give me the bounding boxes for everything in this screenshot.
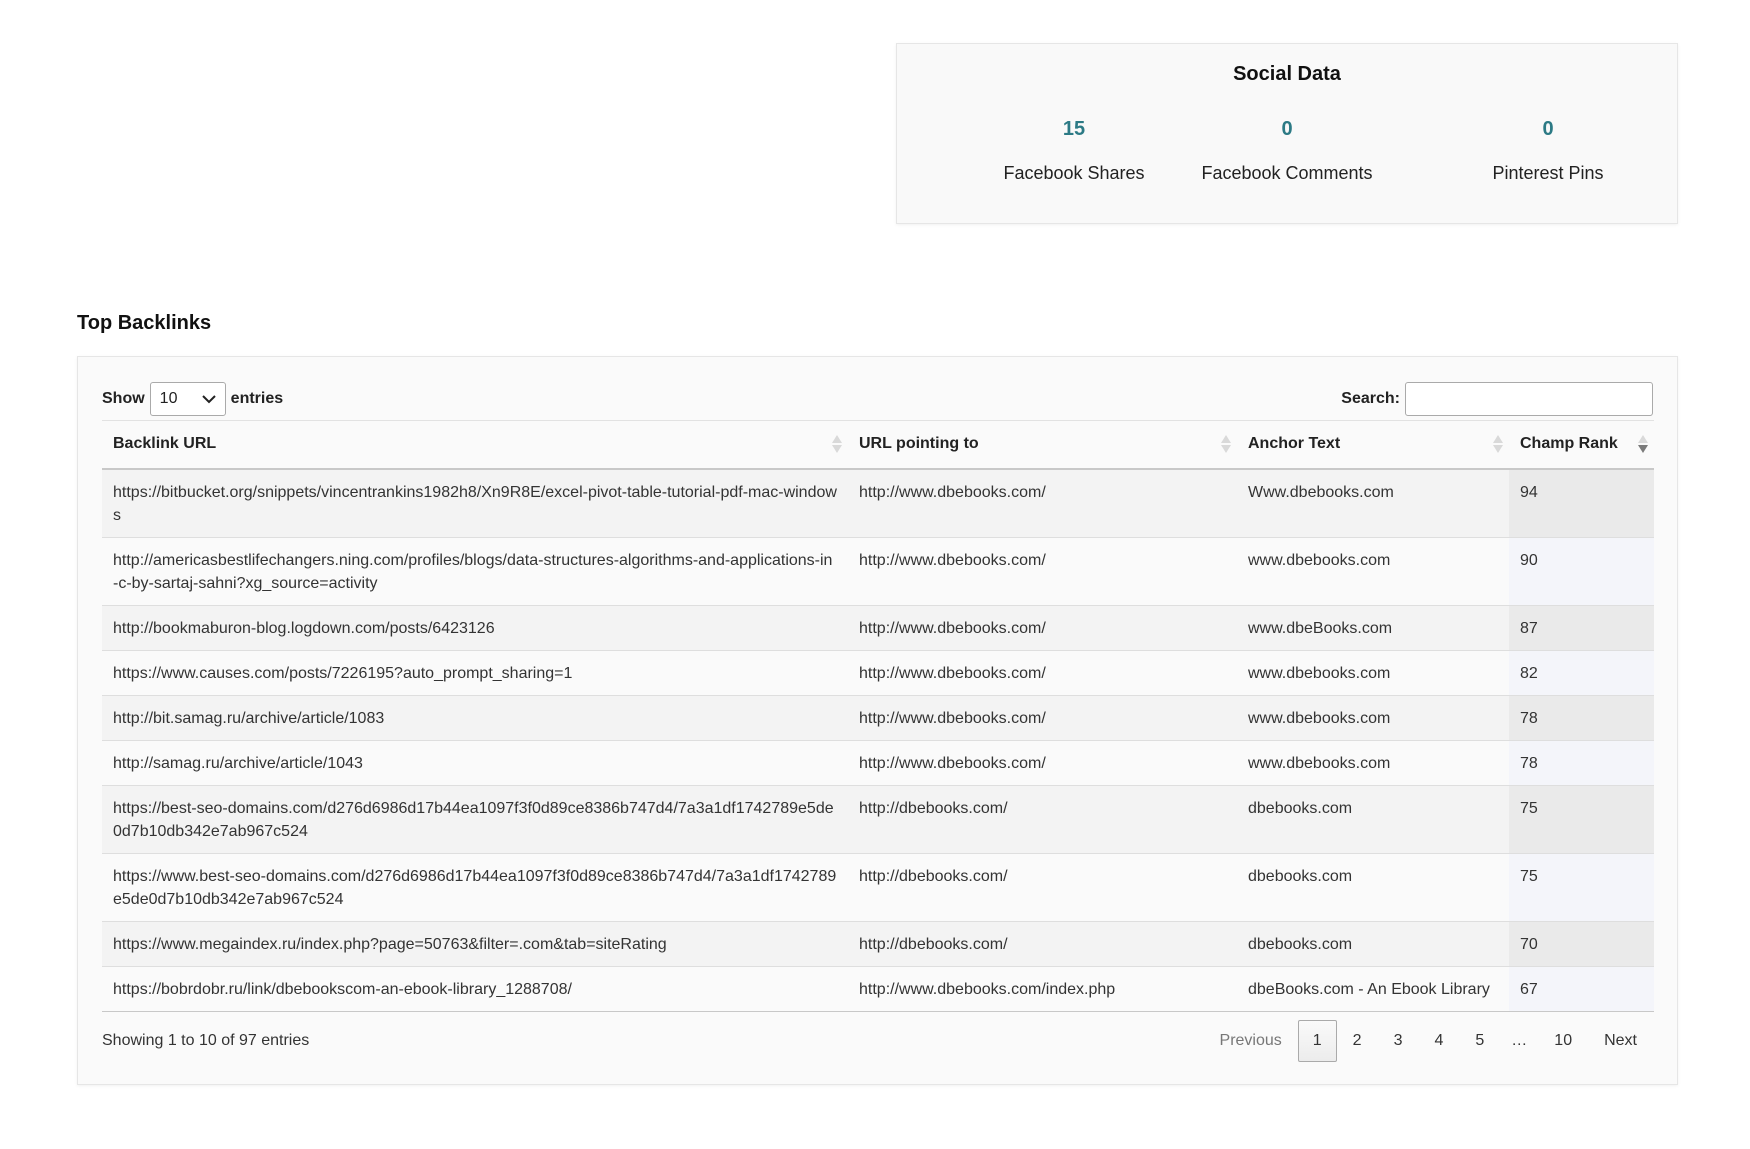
stat-facebook-comments: 0 Facebook Comments (1157, 118, 1417, 184)
table-row: http://bookmaburon-blog.logdown.com/post… (102, 604, 1654, 650)
column-header-label: URL pointing to (859, 435, 979, 453)
url-pointing-to-cell: http://www.dbebooks.com/ (848, 694, 1237, 740)
backlinks-table-card: Show 10 entries Search: Backlink URL URL… (77, 356, 1678, 1085)
pagination-page-10[interactable]: 10 (1538, 1020, 1588, 1062)
search-input[interactable] (1405, 382, 1653, 416)
anchor-text-cell: www.dbebooks.com (1237, 649, 1509, 695)
backlink-url-cell: https://bobrdobr.ru/link/dbebookscom-an-… (102, 965, 848, 1012)
pagination: Previous 1 2 3 4 5 … 10 Next (1204, 1020, 1653, 1062)
table-info: Showing 1 to 10 of 97 entries (102, 1032, 310, 1049)
sort-icon (1221, 434, 1231, 454)
pagination-page-3[interactable]: 3 (1378, 1020, 1419, 1062)
column-header-backlink-url[interactable]: Backlink URL (102, 420, 848, 470)
table-row: https://www.megaindex.ru/index.php?page=… (102, 920, 1654, 966)
url-pointing-to-cell: http://www.dbebooks.com/ (848, 739, 1237, 785)
anchor-text-cell: dbebooks.com (1237, 920, 1509, 966)
sort-icon (832, 434, 842, 454)
stat-pinterest-pins: 0 Pinterest Pins (1418, 118, 1678, 184)
pagination-next[interactable]: Next (1588, 1020, 1653, 1062)
pinterest-pins-label: Pinterest Pins (1492, 163, 1604, 183)
url-pointing-to-cell: http://www.dbebooks.com/ (848, 468, 1237, 537)
backlink-url-cell: http://bit.samag.ru/archive/article/1083 (102, 694, 848, 740)
backlink-url-cell: https://best-seo-domains.com/d276d6986d1… (102, 784, 848, 853)
facebook-comments-value: 0 (1281, 118, 1293, 140)
backlink-url-cell: http://samag.ru/archive/article/1043 (102, 739, 848, 785)
anchor-text-cell: dbebooks.com (1237, 852, 1509, 921)
entries-per-page-select[interactable]: 10 (149, 382, 226, 416)
anchor-text-cell: dbeBooks.com - An Ebook Library (1237, 965, 1509, 1012)
column-header-label: Champ Rank (1520, 435, 1618, 453)
column-header-url-pointing-to[interactable]: URL pointing to (848, 420, 1237, 470)
pinterest-pins-value: 0 (1542, 118, 1554, 140)
champ-rank-cell: 67 (1509, 965, 1654, 1012)
anchor-text-cell: www.dbeBooks.com (1237, 604, 1509, 650)
chevron-down-icon (201, 394, 216, 403)
pagination-page-4[interactable]: 4 (1418, 1020, 1459, 1062)
table-row: http://bit.samag.ru/archive/article/1083… (102, 694, 1654, 740)
url-pointing-to-cell: http://www.dbebooks.com/ (848, 649, 1237, 695)
pagination-page-1[interactable]: 1 (1297, 1020, 1337, 1062)
table-row: https://www.causes.com/posts/7226195?aut… (102, 649, 1654, 695)
url-pointing-to-cell: http://dbebooks.com/ (848, 784, 1237, 853)
social-data-title: Social Data (1233, 63, 1341, 85)
anchor-text-cell: www.dbebooks.com (1237, 739, 1509, 785)
search-label: Search: (1341, 390, 1400, 407)
column-header-champ-rank[interactable]: Champ Rank (1509, 420, 1654, 470)
table-row: https://www.best-seo-domains.com/d276d69… (102, 852, 1654, 921)
table-row: https://bobrdobr.ru/link/dbebookscom-an-… (102, 965, 1654, 1012)
backlink-url-cell: http://bookmaburon-blog.logdown.com/post… (102, 604, 848, 650)
table-row: https://best-seo-domains.com/d276d6986d1… (102, 784, 1654, 853)
url-pointing-to-cell: http://dbebooks.com/ (848, 920, 1237, 966)
backlink-url-cell: https://www.best-seo-domains.com/d276d69… (102, 852, 848, 921)
search-control: Search: (1341, 382, 1653, 416)
column-header-label: Anchor Text (1248, 435, 1341, 453)
url-pointing-to-cell: http://dbebooks.com/ (848, 852, 1237, 921)
champ-rank-cell: 75 (1509, 784, 1654, 853)
anchor-text-cell: www.dbebooks.com (1237, 694, 1509, 740)
champ-rank-cell: 90 (1509, 536, 1654, 605)
champ-rank-cell: 87 (1509, 604, 1654, 650)
anchor-text-cell: www.dbebooks.com (1237, 536, 1509, 605)
backlink-url-cell: https://www.megaindex.ru/index.php?page=… (102, 920, 848, 966)
backlink-url-cell: https://www.causes.com/posts/7226195?aut… (102, 649, 848, 695)
show-label: Show (102, 390, 145, 407)
sort-descending-icon (1638, 434, 1648, 454)
backlinks-table: Backlink URL URL pointing to Anchor Text… (102, 420, 1654, 1012)
table-row: http://samag.ru/archive/article/1043 htt… (102, 739, 1654, 785)
table-row: http://americasbestlifechangers.ning.com… (102, 536, 1654, 605)
champ-rank-cell: 70 (1509, 920, 1654, 966)
pagination-ellipsis: … (1511, 1032, 1528, 1049)
url-pointing-to-cell: http://www.dbebooks.com/ (848, 604, 1237, 650)
facebook-comments-label: Facebook Comments (1201, 163, 1373, 183)
champ-rank-cell: 78 (1509, 739, 1654, 785)
entries-length-control: Show 10 entries (102, 382, 283, 416)
sort-icon (1493, 434, 1503, 454)
champ-rank-cell: 94 (1509, 468, 1654, 537)
social-data-card: Social Data 15 Facebook Shares 0 Faceboo… (896, 43, 1678, 224)
pagination-page-5[interactable]: 5 (1459, 1020, 1500, 1062)
pagination-previous[interactable]: Previous (1204, 1020, 1298, 1062)
anchor-text-cell: Www.dbebooks.com (1237, 468, 1509, 537)
backlink-url-cell: http://americasbestlifechangers.ning.com… (102, 536, 848, 605)
url-pointing-to-cell: http://www.dbebooks.com/index.php (848, 965, 1237, 1012)
entries-label: entries (230, 390, 284, 407)
top-backlinks-title: Top Backlinks (77, 312, 212, 334)
anchor-text-cell: dbebooks.com (1237, 784, 1509, 853)
entries-per-page-value: 10 (159, 390, 178, 407)
url-pointing-to-cell: http://www.dbebooks.com/ (848, 536, 1237, 605)
champ-rank-cell: 78 (1509, 694, 1654, 740)
table-row: https://bitbucket.org/snippets/vincentra… (102, 468, 1654, 537)
column-header-label: Backlink URL (113, 435, 217, 453)
champ-rank-cell: 75 (1509, 852, 1654, 921)
pagination-page-2[interactable]: 2 (1337, 1020, 1378, 1062)
column-header-anchor-text[interactable]: Anchor Text (1237, 420, 1509, 470)
backlink-url-cell: https://bitbucket.org/snippets/vincentra… (102, 468, 848, 537)
champ-rank-cell: 82 (1509, 649, 1654, 695)
table-header-row: Backlink URL URL pointing to Anchor Text… (102, 420, 1654, 470)
